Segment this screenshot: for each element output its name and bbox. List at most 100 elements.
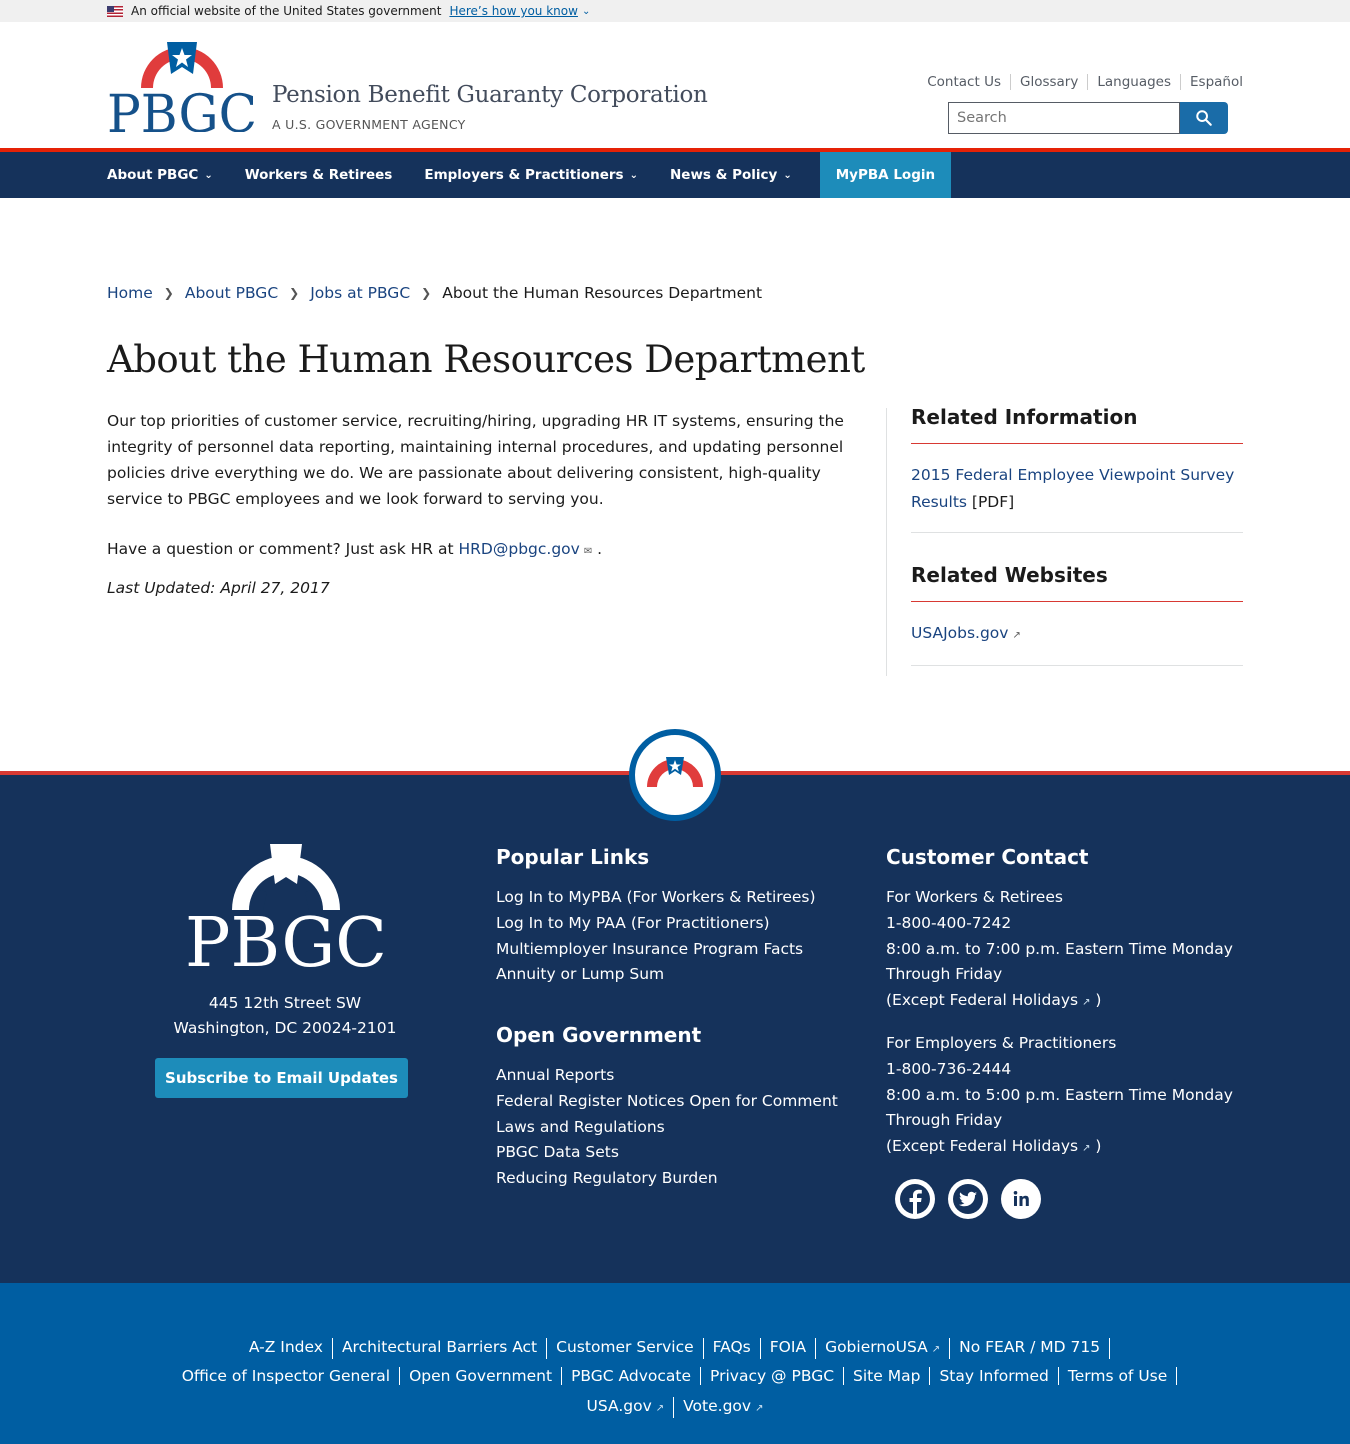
breadcrumb-jobs-at-pbgc[interactable]: Jobs at PBGC	[310, 284, 410, 302]
open-gov-link[interactable]: Annual Reports	[496, 1063, 838, 1089]
nav-workers-retirees[interactable]: Workers & Retirees	[245, 152, 425, 198]
contact-us-link[interactable]: Contact Us	[918, 74, 1010, 90]
breadcrumb-about-pbgc[interactable]: About PBGC	[185, 284, 278, 302]
usajobs-link[interactable]: USAJobs.gov	[911, 624, 1008, 642]
nav-employers-practitioners[interactable]: Employers & Practitioners ⌄	[424, 152, 670, 198]
question-suffix: .	[592, 540, 603, 558]
footer-pbgc-logo[interactable]: PBGC	[185, 844, 387, 968]
glossary-link[interactable]: Glossary	[1009, 74, 1087, 90]
popular-links-heading: Popular Links	[496, 845, 650, 869]
question-text: Have a question or comment? Just ask HR …	[107, 540, 459, 558]
nav-about-pbgc[interactable]: About PBGC ⌄	[107, 152, 245, 198]
footer-bottom: A-Z Index Architectural Barriers Act Cus…	[0, 1283, 1350, 1444]
org-name[interactable]: Pension Benefit Guaranty Corporation	[272, 82, 708, 108]
heres-how-you-know-link[interactable]: Here’s how you know	[449, 4, 578, 18]
footer-links-row: USA.gov ↗ Vote.gov ↗	[0, 1397, 1350, 1418]
popular-link[interactable]: Log In to My PAA (For Practitioners)	[496, 911, 816, 937]
svg-text:PBGC: PBGC	[107, 85, 257, 132]
external-link-icon: ↗	[655, 1403, 665, 1414]
hr-email-link[interactable]: HRD@pbgc.gov	[459, 540, 580, 558]
chevron-down-icon[interactable]: ⌄	[582, 6, 590, 17]
except-prefix: (Except	[886, 991, 950, 1010]
last-updated: Last Updated: April 27, 2017	[107, 579, 330, 597]
popular-link[interactable]: Annuity or Lump Sum	[496, 962, 816, 988]
footer-bottom-link-gobiernousa[interactable]: GobiernoUSA ↗	[816, 1338, 951, 1359]
page-title: About the Human Resources Department	[107, 338, 865, 381]
footer-bottom-link[interactable]: Terms of Use	[1059, 1367, 1178, 1385]
popular-link[interactable]: Log In to MyPBA (For Workers & Retirees)	[496, 885, 816, 911]
nav-label: News & Policy	[669, 167, 778, 183]
employers-hours: 8:00 a.m. to 5:00 p.m. Eastern Time Mond…	[886, 1085, 1233, 1130]
employers-label: For Employers & Practitioners	[886, 1033, 1117, 1052]
related-information-body: 2015 Federal Employee Viewpoint Survey R…	[911, 444, 1243, 533]
gov-banner-text: An official website of the United States…	[131, 4, 442, 18]
federal-holidays-link[interactable]: Federal Holidays	[950, 1137, 1078, 1155]
chevron-down-icon: ⌄	[783, 169, 792, 181]
open-gov-link[interactable]: PBGC Data Sets	[496, 1140, 838, 1166]
address-line1: 445 12th Street SW	[208, 994, 362, 1012]
open-gov-link[interactable]: Reducing Regulatory Burden	[496, 1166, 838, 1192]
footer-bottom-link[interactable]: A-Z Index	[240, 1338, 333, 1359]
breadcrumb: Home ❯ About PBGC ❯ Jobs at PBGC ❯ About…	[107, 284, 762, 302]
footer-bottom-link[interactable]: Open Government	[400, 1367, 563, 1385]
linkedin-icon[interactable]	[1001, 1179, 1041, 1219]
subscribe-button[interactable]: Subscribe to Email Updates	[155, 1058, 408, 1098]
footer-bottom-link-votegov[interactable]: Vote.gov ↗	[674, 1397, 772, 1418]
languages-link[interactable]: Languages	[1087, 74, 1180, 90]
footer-bottom-link[interactable]: Site Map	[844, 1367, 931, 1385]
search-input[interactable]	[948, 102, 1180, 134]
footer-address: 445 12th Street SW Washington, DC 20024-…	[150, 991, 420, 1041]
nav-label: Employers & Practitioners	[424, 167, 624, 183]
twitter-icon[interactable]	[948, 1179, 988, 1219]
nav-news-policy[interactable]: News & Policy ⌄	[670, 152, 824, 198]
open-government-heading: Open Government	[496, 1023, 702, 1047]
site-header: PBGC Pension Benefit Guaranty Corporatio…	[0, 22, 1350, 148]
gov-banner: An official website of the United States…	[0, 0, 1350, 22]
footer-bottom-link[interactable]: Privacy @ PBGC	[701, 1367, 845, 1385]
employers-phone-link[interactable]: 1-800-736-2444	[886, 1060, 1011, 1078]
chevron-down-icon: ⌄	[629, 169, 638, 181]
footer-bottom-link[interactable]: FAQs	[704, 1338, 761, 1359]
espanol-link[interactable]: Español	[1180, 74, 1243, 90]
link-label: Vote.gov	[683, 1397, 752, 1415]
nav-mypba-login[interactable]: MyPBA Login	[819, 152, 952, 198]
chevron-right-icon: ❯	[289, 286, 300, 300]
content-divider	[886, 408, 887, 676]
svg-text:PBGC: PBGC	[185, 904, 387, 968]
external-link-icon: ↗	[1012, 630, 1021, 641]
footer-bottom-link-usagov[interactable]: USA.gov ↗	[578, 1397, 675, 1418]
footer-bottom-link[interactable]: FOIA	[761, 1338, 817, 1359]
breadcrumb-current: About the Human Resources Department	[442, 284, 763, 302]
footer-bottom-link[interactable]: PBGC Advocate	[562, 1367, 702, 1385]
footer-bottom-link[interactable]: Architectural Barriers Act	[333, 1338, 548, 1359]
breadcrumb-home[interactable]: Home	[107, 284, 153, 302]
search-button[interactable]	[1180, 102, 1228, 134]
main-nav: About PBGC ⌄ Workers & Retirees Employers…	[0, 148, 1350, 198]
except-suffix: )	[1090, 991, 1102, 1010]
footer-bottom-link[interactable]: Customer Service	[547, 1338, 704, 1359]
related-information-heading: Related Information	[911, 405, 1243, 444]
federal-holidays-link[interactable]: Federal Holidays	[950, 991, 1078, 1009]
fevs-results-link[interactable]: 2015 Federal Employee Viewpoint Survey R…	[911, 466, 1234, 511]
footer-bottom-link[interactable]: Office of Inspector General	[173, 1367, 401, 1385]
open-gov-link[interactable]: Federal Register Notices Open for Commen…	[496, 1089, 838, 1115]
workers-holidays: (Except Federal Holidays ↗ )	[886, 988, 1236, 1016]
popular-links-section: Popular Links Log In to MyPBA (For Worke…	[496, 845, 816, 988]
search-icon	[1196, 110, 1212, 126]
related-websites-heading: Related Websites	[911, 563, 1243, 602]
workers-phone-link[interactable]: 1-800-400-7242	[886, 914, 1011, 932]
except-prefix: (Except	[886, 1137, 950, 1156]
question-paragraph: Have a question or comment? Just ask HR …	[107, 536, 857, 565]
pbgc-logo[interactable]: PBGC	[107, 40, 257, 132]
footer-bottom-link[interactable]: No FEAR / MD 715	[950, 1338, 1111, 1359]
nav-label: Workers & Retirees	[244, 167, 393, 183]
footer-bottom-link[interactable]: Stay Informed	[930, 1367, 1059, 1385]
open-gov-link[interactable]: Laws and Regulations	[496, 1115, 838, 1141]
footer-emblem	[629, 729, 721, 821]
footer-links-row: Office of Inspector General Open Governm…	[0, 1367, 1350, 1385]
sidebar: Related Information 2015 Federal Employe…	[911, 405, 1243, 696]
search-form	[948, 102, 1228, 134]
popular-link[interactable]: Multiemployer Insurance Program Facts	[496, 937, 816, 963]
facebook-icon[interactable]	[895, 1179, 935, 1219]
social-links	[895, 1179, 1041, 1219]
